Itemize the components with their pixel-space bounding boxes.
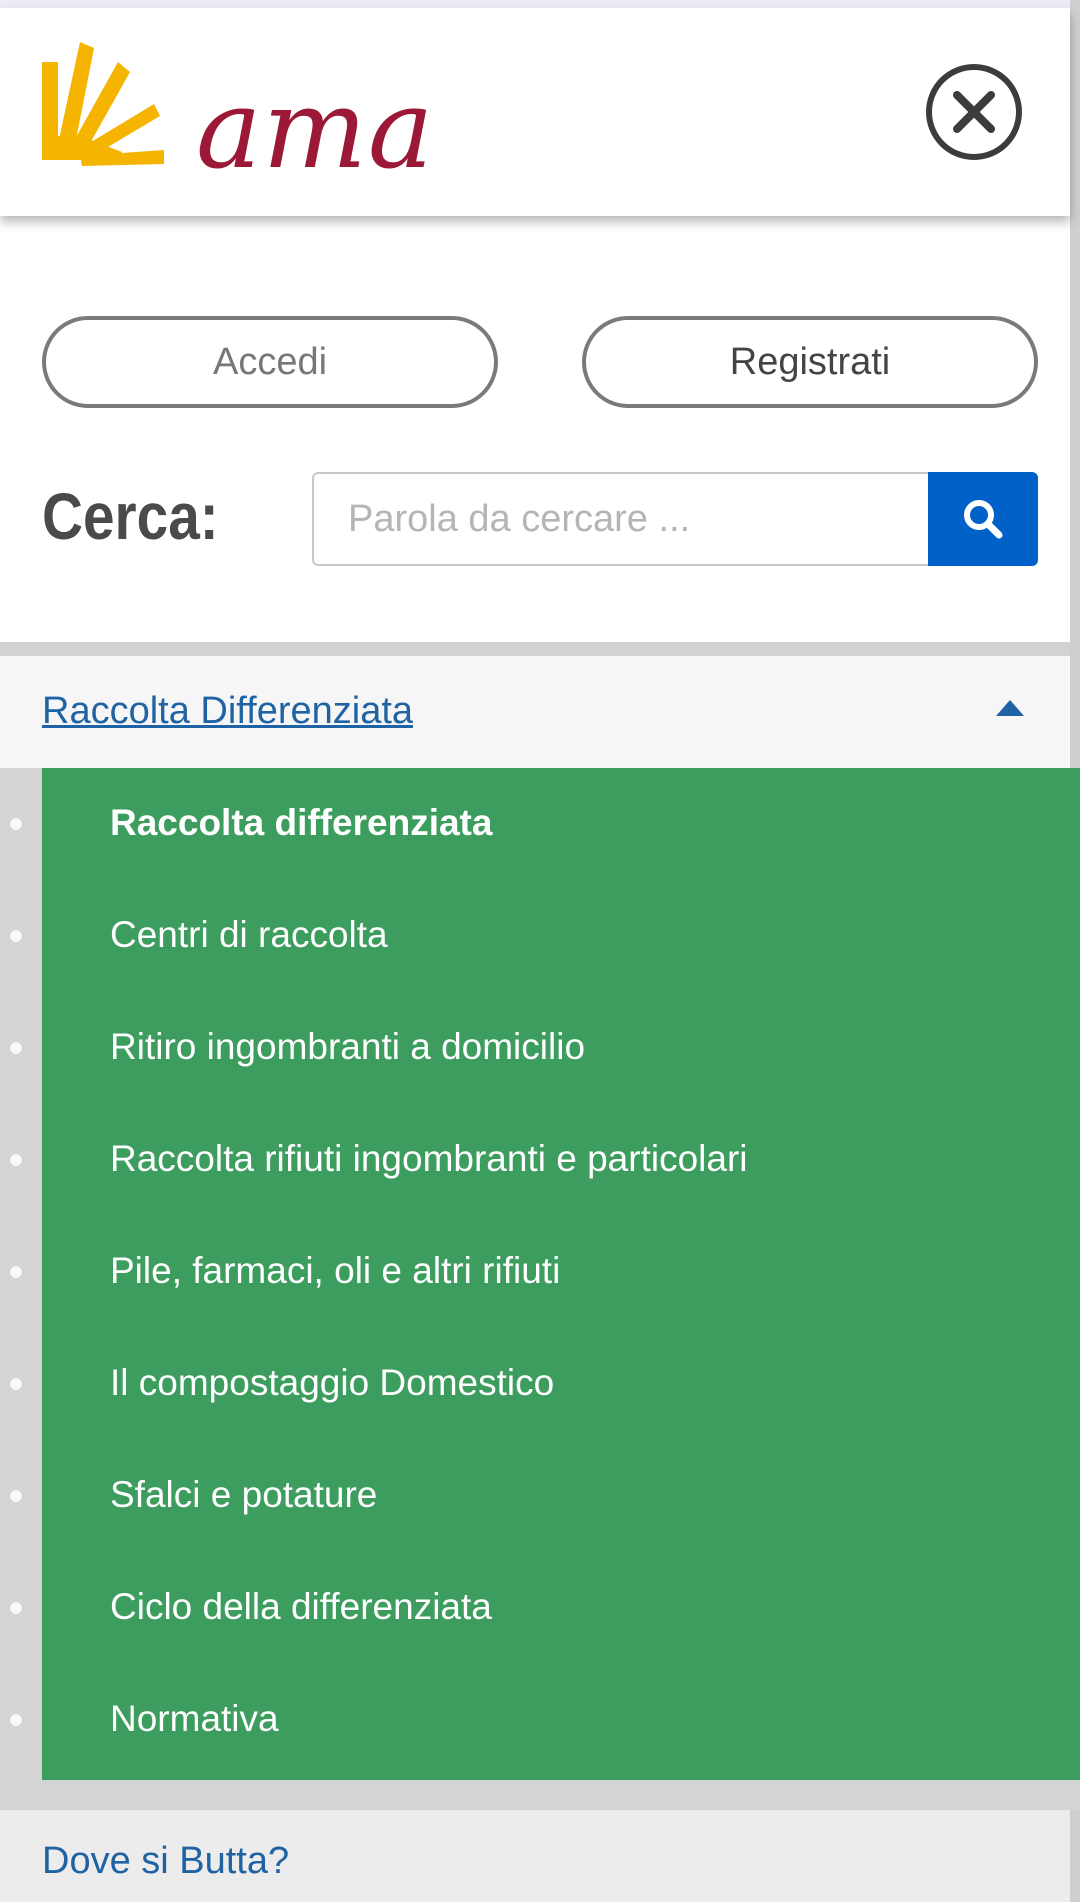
submenu-item-centri-di-raccolta[interactable]: Centri di raccolta [0, 880, 1080, 992]
submenu-item-label[interactable]: Raccolta differenziata [110, 802, 492, 844]
ama-logo[interactable]: ama [40, 34, 433, 184]
bullet-icon [10, 818, 22, 830]
menu-header: ama [0, 8, 1070, 216]
bullet-icon [10, 1042, 22, 1054]
dove-si-butta-link[interactable]: Dove si Butta? [42, 1840, 289, 1883]
submenu-item-normativa[interactable]: Normativa [0, 1664, 1080, 1776]
search-label: Cerca: [42, 479, 219, 553]
bullet-icon [10, 1602, 22, 1614]
search-button[interactable] [928, 472, 1038, 566]
close-icon [926, 64, 1022, 160]
bullet-icon [10, 1490, 22, 1502]
section-divider [0, 642, 1070, 656]
submenu-item-label[interactable]: Normativa [110, 1698, 279, 1740]
submenu-item-label[interactable]: Centri di raccolta [110, 914, 388, 956]
submenu-item-label[interactable]: Pile, farmaci, oli e altri rifiuti [110, 1250, 560, 1292]
submenu-item-label[interactable]: Ciclo della differenziata [110, 1586, 492, 1628]
login-button[interactable]: Accedi [42, 316, 498, 408]
submenu: Raccolta differenziata Centri di raccolt… [0, 768, 1080, 1810]
bullet-icon [10, 1154, 22, 1166]
submenu-item-raccolta-differenziata[interactable]: Raccolta differenziata [0, 768, 1080, 880]
bullet-icon [10, 930, 22, 942]
submenu-item-ritiro-ingombranti[interactable]: Ritiro ingombranti a domicilio [0, 992, 1080, 1104]
bullet-icon [10, 1378, 22, 1390]
sun-rays-logo-icon [42, 42, 164, 166]
submenu-item-label[interactable]: Ritiro ingombranti a domicilio [110, 1026, 585, 1068]
submenu-item-rifiuti-ingombranti[interactable]: Raccolta rifiuti ingombranti e particola… [0, 1104, 1080, 1216]
accordion-title-link[interactable]: Raccolta Differenziata [42, 690, 413, 733]
chevron-up-icon[interactable] [996, 698, 1024, 716]
submenu-item-pile-farmaci[interactable]: Pile, farmaci, oli e altri rifiuti [0, 1216, 1080, 1328]
close-menu-button[interactable] [924, 62, 1024, 162]
search-icon [964, 500, 1003, 539]
top-border [0, 0, 1080, 8]
search-input[interactable] [312, 472, 930, 566]
bullet-icon [10, 1266, 22, 1278]
submenu-item-compostaggio[interactable]: Il compostaggio Domestico [0, 1328, 1080, 1440]
bullet-icon [10, 1714, 22, 1726]
register-button[interactable]: Registrati [582, 316, 1038, 408]
submenu-item-label[interactable]: Il compostaggio Domestico [110, 1362, 554, 1404]
submenu-item-ciclo-differenziata[interactable]: Ciclo della differenziata [0, 1552, 1080, 1664]
logo-wordmark: ama [196, 65, 435, 193]
submenu-item-label[interactable]: Sfalci e potature [110, 1474, 377, 1516]
submenu-item-label[interactable]: Raccolta rifiuti ingombranti e particola… [110, 1138, 748, 1180]
accordion-header[interactable]: Raccolta Differenziata [0, 656, 1070, 768]
submenu-item-sfalci-potature[interactable]: Sfalci e potature [0, 1440, 1080, 1552]
